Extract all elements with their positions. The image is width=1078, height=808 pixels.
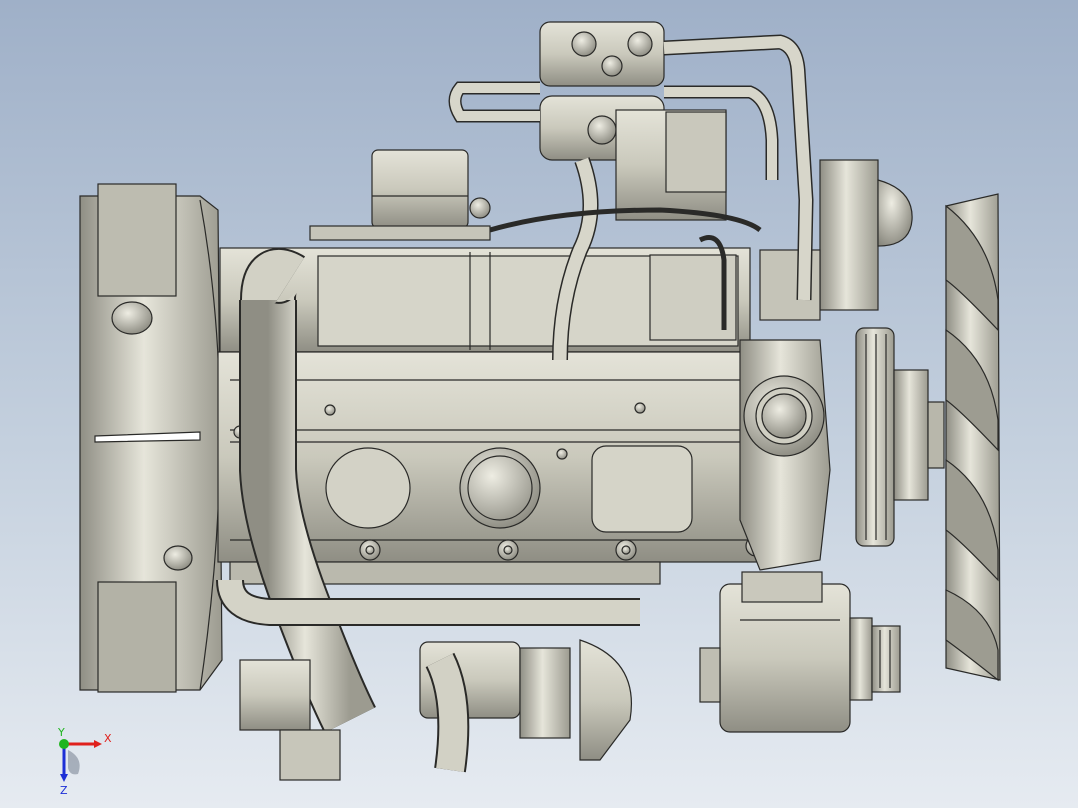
coordinate-triad: X Y Z [57,728,112,797]
triad-shadow [68,750,80,775]
y-axis-label: Y [57,728,65,739]
fuel-filter [309,149,491,241]
cad-viewport[interactable]: X Y Z [0,0,1078,808]
cooling-fan [945,193,1001,682]
thermostat-housing [759,159,913,321]
starter-motor [239,639,632,781]
y-axis-dot [59,739,69,749]
x-axis-label: X [104,732,112,745]
flywheel-housing [79,183,223,693]
alternator [699,571,901,733]
front-cover [739,339,831,571]
x-axis-head [94,740,102,748]
z-axis-label: Z [60,784,68,797]
crank-pulley [855,327,945,547]
z-axis-head [60,774,68,782]
engine-3d-model[interactable] [0,0,1078,808]
